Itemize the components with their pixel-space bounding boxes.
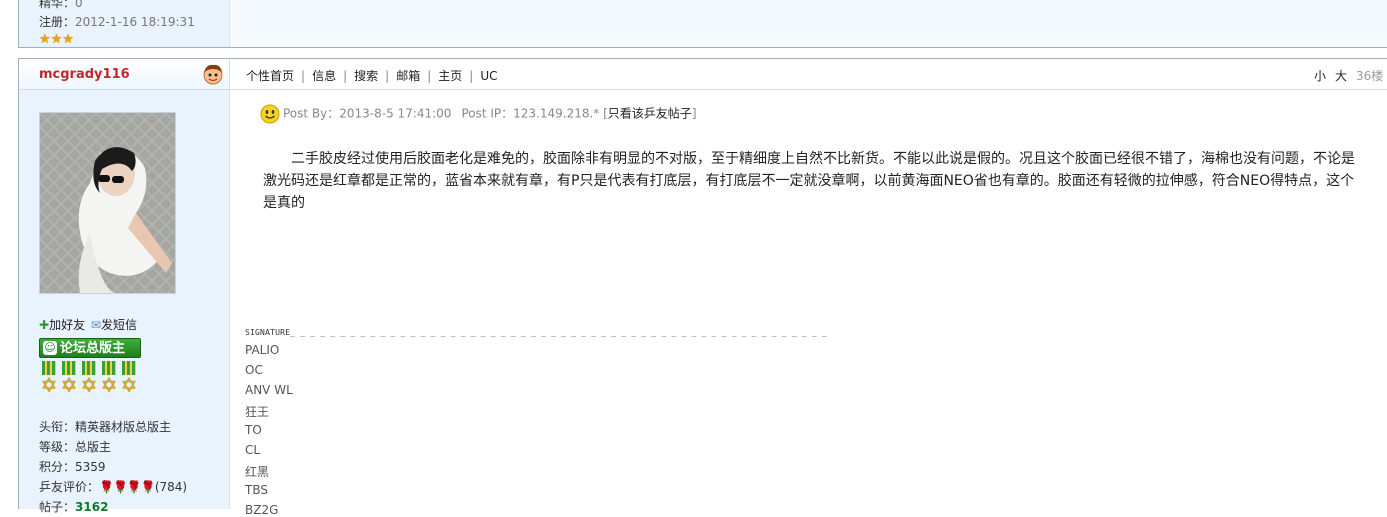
author-cell: mcgrady116 — [19, 59, 230, 89]
signature-line: CL — [245, 443, 261, 457]
nav-uc[interactable]: UC — [480, 69, 497, 83]
font-size-tools: 小大 36楼 — [1314, 67, 1383, 84]
signature-line: PALIO — [245, 343, 280, 357]
user-posts: 帖子：3162 — [39, 500, 109, 514]
avatar[interactable] — [39, 112, 176, 294]
medal-icon: ✡ — [119, 361, 139, 399]
stars-icon: ★★★ — [39, 32, 74, 47]
nav-search[interactable]: 搜索 — [354, 69, 378, 83]
user-level: 等级：总版主 — [39, 440, 112, 454]
user-title: 头衔：精英器材版总版主 — [39, 420, 172, 434]
signature-line: OC — [245, 363, 263, 377]
signature-line: BZ2G — [245, 503, 279, 517]
forum-icon: ☺ — [43, 341, 57, 355]
send-message-link[interactable]: 发短信 — [101, 318, 137, 332]
signature-line: 红黑 — [245, 465, 270, 479]
medal-icon: ✡ — [59, 361, 79, 399]
medal-icon: ✡ — [79, 361, 99, 399]
prev-essence: 精华：0 — [39, 0, 83, 10]
post-body: 二手胶皮经过使用后胶面老化是难免的，胶面除非有明显的不对版，至于精细度上自然不比… — [263, 151, 1355, 211]
rank-badge: ☺ 论坛总版主 — [39, 338, 141, 358]
previous-post-sidebar: 精华：0 注册：2012-1-16 18:19:31 ★★★ — [19, 0, 230, 47]
user-actions: ✚加好友 ✉发短信 — [39, 316, 137, 333]
nav-info[interactable]: 信息 — [312, 69, 336, 83]
medal-icon: ✡ — [99, 361, 119, 399]
post-header: mcgrady116 个性首页 | 信息 | 搜索 | 邮箱 | 主页 | UC 小大 36楼 — [19, 59, 1387, 90]
add-friend-icon: ✚ — [39, 318, 50, 332]
signature-line: ANV WL — [245, 383, 293, 397]
smiley-icon — [260, 104, 280, 124]
floor-number: 36楼 — [1356, 69, 1384, 83]
author-sidebar: ✚加好友 ✉发短信 ☺ 论坛总版主 ✡ ✡ ✡ ✡ ✡ 头衔：精英器材版总版主 等级：总版… — [19, 90, 230, 514]
avatar-image — [40, 113, 175, 293]
signature-label: SIGNATURE_ _ _ _ _ _ _ _ _ _ _ _ _ _ _ _… — [245, 328, 827, 337]
medal-row: ✡ ✡ ✡ ✡ ✡ — [39, 361, 139, 399]
signature-line: 狂王 — [245, 405, 270, 419]
avatar-face-icon — [203, 64, 223, 85]
user-rating: 乒友评价：🌹🌹🌹🌹(784) — [39, 480, 188, 494]
font-large-button[interactable]: 大 — [1335, 69, 1347, 83]
nav-profile-home[interactable]: 个性首页 — [246, 69, 294, 83]
user-nav: 个性首页 | 信息 | 搜索 | 邮箱 | 主页 | UC — [246, 69, 498, 83]
signature-line: TBS — [245, 483, 268, 497]
flower-icon: 🌹🌹🌹🌹 — [99, 480, 156, 494]
post-meta: Post By：2013-8-5 17:41:00 Post IP：123.149… — [260, 104, 697, 124]
author-name[interactable]: mcgrady116 — [39, 67, 130, 82]
post-content: Post By：2013-8-5 17:41:00 Post IP：123.149… — [230, 90, 1387, 517]
view-only-author-link[interactable]: 只看该乒友帖子 — [608, 107, 692, 121]
mail-icon: ✉ — [90, 318, 101, 332]
nav-mailbox[interactable]: 邮箱 — [396, 69, 420, 83]
post-ip: Post IP：123.149.218.* — [461, 106, 600, 121]
prev-register-date: 注册：2012-1-16 18:19:31 — [39, 15, 195, 29]
add-friend-link[interactable]: 加好友 — [49, 318, 85, 332]
nav-homepage[interactable]: 主页 — [438, 69, 462, 83]
signature-line: TO — [245, 423, 262, 437]
medal-icon: ✡ — [39, 361, 59, 399]
post-time: Post By：2013-8-5 17:41:00 — [283, 106, 452, 121]
forum-post: mcgrady116 个性首页 | 信息 | 搜索 | 邮箱 | 主页 | UC 小大 36楼 — [18, 58, 1387, 517]
previous-post: 精华：0 注册：2012-1-16 18:19:31 ★★★ — [18, 0, 1387, 48]
font-small-button[interactable]: 小 — [1314, 69, 1326, 83]
user-points: 积分：5359 — [39, 460, 106, 474]
